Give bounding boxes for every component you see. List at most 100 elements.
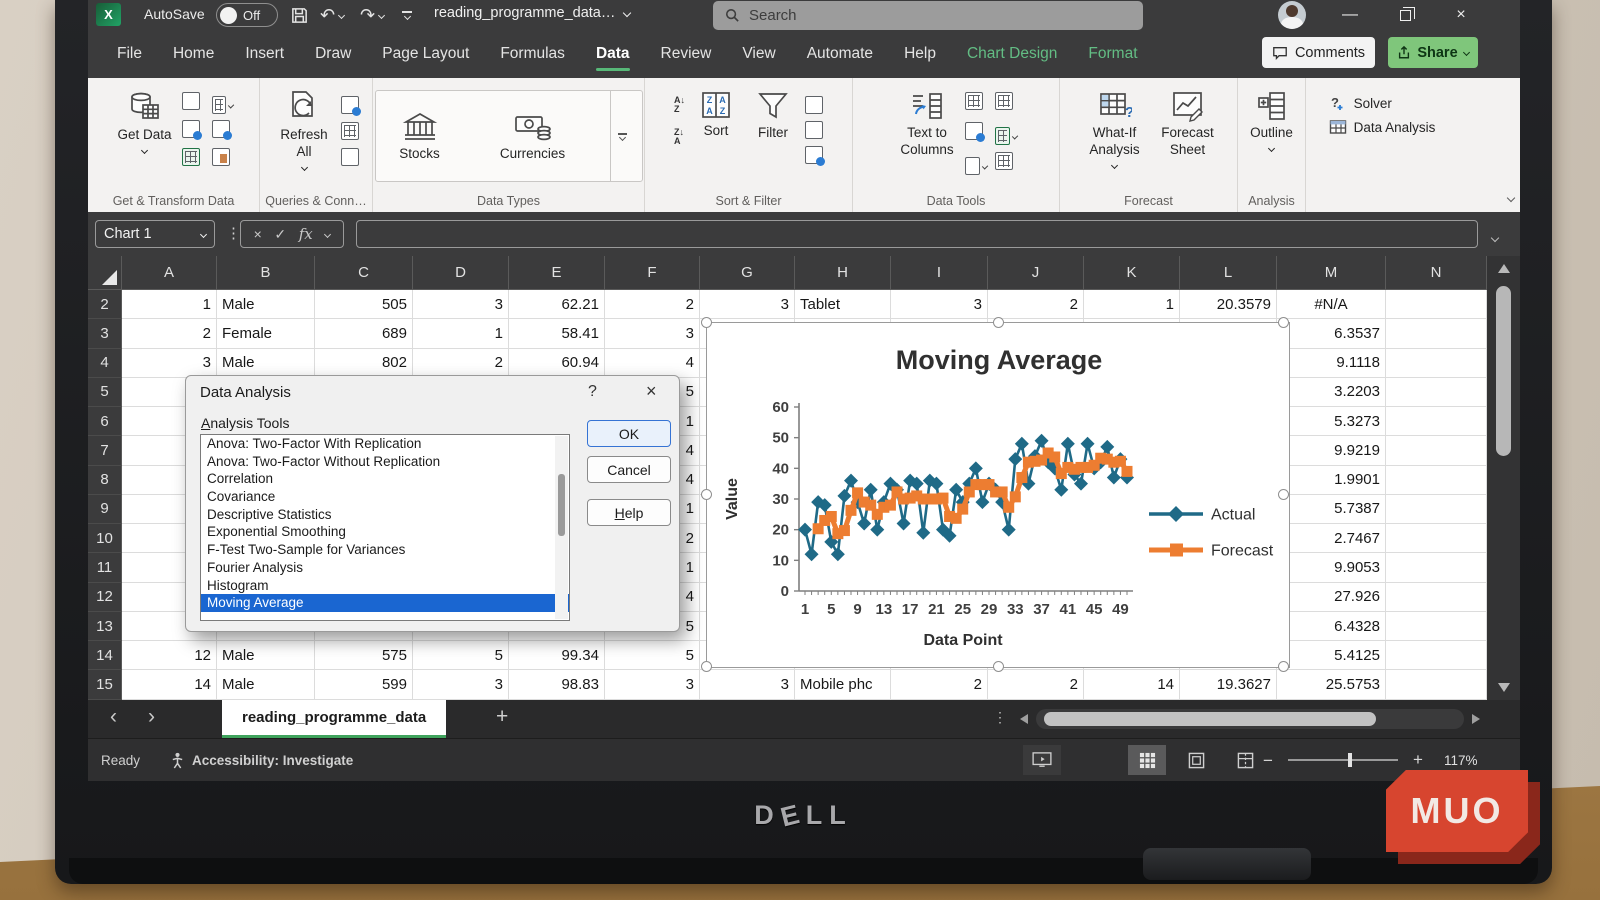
cell-G15[interactable]: 3: [700, 670, 795, 699]
profile-avatar[interactable]: [1278, 1, 1306, 29]
dialog-close-icon[interactable]: ×: [646, 381, 657, 402]
redo-button[interactable]: ↷: [360, 2, 384, 28]
insert-function-icon[interactable]: fx: [299, 225, 313, 243]
ok-button[interactable]: OK: [587, 420, 671, 447]
zoom-slider[interactable]: [1288, 759, 1398, 761]
excel-app-icon[interactable]: X: [96, 3, 121, 26]
autosave-toggle[interactable]: Off: [216, 3, 278, 27]
cell-F4[interactable]: 4: [605, 349, 700, 378]
page-layout-view-button[interactable]: [1177, 745, 1215, 775]
cell-M13[interactable]: 6.4328: [1277, 612, 1386, 641]
column-header-N[interactable]: N: [1386, 256, 1487, 290]
save-button[interactable]: [290, 2, 309, 28]
cell-E14[interactable]: 99.34: [509, 641, 605, 670]
cell-M12[interactable]: 27.926: [1277, 583, 1386, 612]
analysis-tool-option[interactable]: Moving Average: [201, 594, 569, 612]
column-header-B[interactable]: B: [217, 256, 315, 290]
search-input[interactable]: Search: [713, 1, 1143, 30]
chart-selection-handle[interactable]: [1278, 317, 1289, 328]
outline-button[interactable]: Outline: [1243, 88, 1301, 151]
analysis-tool-option[interactable]: Descriptive Statistics: [201, 506, 569, 524]
confirm-entry-icon[interactable]: ✓: [274, 226, 286, 243]
tab-formulas[interactable]: Formulas: [500, 39, 565, 69]
scroll-down-icon[interactable]: [1498, 683, 1510, 692]
column-header-F[interactable]: F: [605, 256, 700, 290]
vertical-scrollbar[interactable]: [1487, 256, 1520, 700]
cell-E15[interactable]: 98.83: [509, 670, 605, 699]
tab-data[interactable]: Data: [596, 39, 630, 69]
cell-N2[interactable]: [1386, 290, 1487, 319]
row-header-10[interactable]: 10: [88, 524, 122, 553]
cell-N3[interactable]: [1386, 319, 1487, 348]
cell-I2[interactable]: 3: [891, 290, 988, 319]
remove-duplicates-icon[interactable]: [965, 122, 983, 140]
scroll-right-icon[interactable]: [1472, 714, 1480, 724]
chart-selection-handle[interactable]: [1278, 661, 1289, 672]
text-to-columns-button[interactable]: Text to Columns: [895, 88, 959, 159]
expand-formula-bar-icon[interactable]: [1492, 228, 1498, 246]
cell-N13[interactable]: [1386, 612, 1487, 641]
minimize-button[interactable]: —: [1333, 0, 1367, 30]
analysis-tool-option[interactable]: Histogram: [201, 577, 569, 595]
column-header-J[interactable]: J: [988, 256, 1084, 290]
cell-N9[interactable]: [1386, 495, 1487, 524]
data-types-more-button[interactable]: [610, 90, 634, 182]
from-text-csv-icon[interactable]: [182, 92, 200, 110]
cell-A14[interactable]: 12: [122, 641, 217, 670]
zoom-level[interactable]: 117%: [1444, 753, 1478, 768]
select-all-corner[interactable]: [88, 256, 122, 290]
column-header-K[interactable]: K: [1084, 256, 1180, 290]
sort-descending-icon[interactable]: Z↓A: [674, 128, 685, 146]
next-sheet-icon[interactable]: ›: [148, 706, 155, 727]
column-header-E[interactable]: E: [509, 256, 605, 290]
row-header-3[interactable]: 3: [88, 319, 122, 348]
cell-F2[interactable]: 2: [605, 290, 700, 319]
data-validation-icon[interactable]: [965, 152, 987, 180]
from-web-icon[interactable]: [182, 120, 200, 138]
cell-H2[interactable]: Tablet: [795, 290, 891, 319]
cell-F14[interactable]: 5: [605, 641, 700, 670]
close-button[interactable]: ×: [1444, 0, 1478, 30]
column-header-G[interactable]: G: [700, 256, 795, 290]
zoom-slider-thumb[interactable]: [1348, 753, 1352, 767]
cell-J2[interactable]: 2: [988, 290, 1084, 319]
cell-B14[interactable]: Male: [217, 641, 315, 670]
help-button[interactable]: Help: [587, 499, 671, 526]
tab-draw[interactable]: Draw: [315, 39, 351, 69]
cell-K15[interactable]: 14: [1084, 670, 1180, 699]
cell-D2[interactable]: 3: [413, 290, 509, 319]
customize-quick-access-icon[interactable]: [402, 2, 412, 28]
cell-N14[interactable]: [1386, 641, 1487, 670]
tab-page-layout[interactable]: Page Layout: [382, 39, 469, 69]
row-header-12[interactable]: 12: [88, 583, 122, 612]
cell-J15[interactable]: 2: [988, 670, 1084, 699]
column-header-I[interactable]: I: [891, 256, 988, 290]
name-box[interactable]: Chart 1: [95, 220, 215, 248]
cell-N8[interactable]: [1386, 466, 1487, 495]
consolidate-icon[interactable]: [995, 92, 1013, 110]
scroll-left-icon[interactable]: [1020, 714, 1028, 724]
tab-insert[interactable]: Insert: [245, 39, 284, 69]
cell-M11[interactable]: 9.9053: [1277, 553, 1386, 582]
column-header-H[interactable]: H: [795, 256, 891, 290]
cell-M7[interactable]: 9.9219: [1277, 436, 1386, 465]
cell-M14[interactable]: 5.4125: [1277, 641, 1386, 670]
tab-file[interactable]: File: [117, 39, 142, 69]
cell-M9[interactable]: 5.7387: [1277, 495, 1386, 524]
cell-H15[interactable]: Mobile phc: [795, 670, 891, 699]
row-header-11[interactable]: 11: [88, 553, 122, 582]
analysis-tool-option[interactable]: Anova: Two-Factor Without Replication: [201, 453, 569, 471]
cell-A2[interactable]: 1: [122, 290, 217, 319]
cell-D14[interactable]: 5: [413, 641, 509, 670]
cell-A3[interactable]: 2: [122, 319, 217, 348]
chart-selection-handle[interactable]: [993, 661, 1004, 672]
chart-selection-handle[interactable]: [993, 317, 1004, 328]
analysis-tool-option[interactable]: Covariance: [201, 488, 569, 506]
column-header-C[interactable]: C: [315, 256, 413, 290]
data-analysis-dialog[interactable]: Data Analysis ? × Analysis Tools Anova: …: [185, 375, 680, 632]
flash-fill-icon[interactable]: [965, 92, 983, 110]
row-header-15[interactable]: 15: [88, 670, 122, 699]
tab-automate[interactable]: Automate: [807, 39, 873, 69]
chart-selection-handle[interactable]: [701, 661, 712, 672]
cell-M15[interactable]: 25.5753: [1277, 670, 1386, 699]
